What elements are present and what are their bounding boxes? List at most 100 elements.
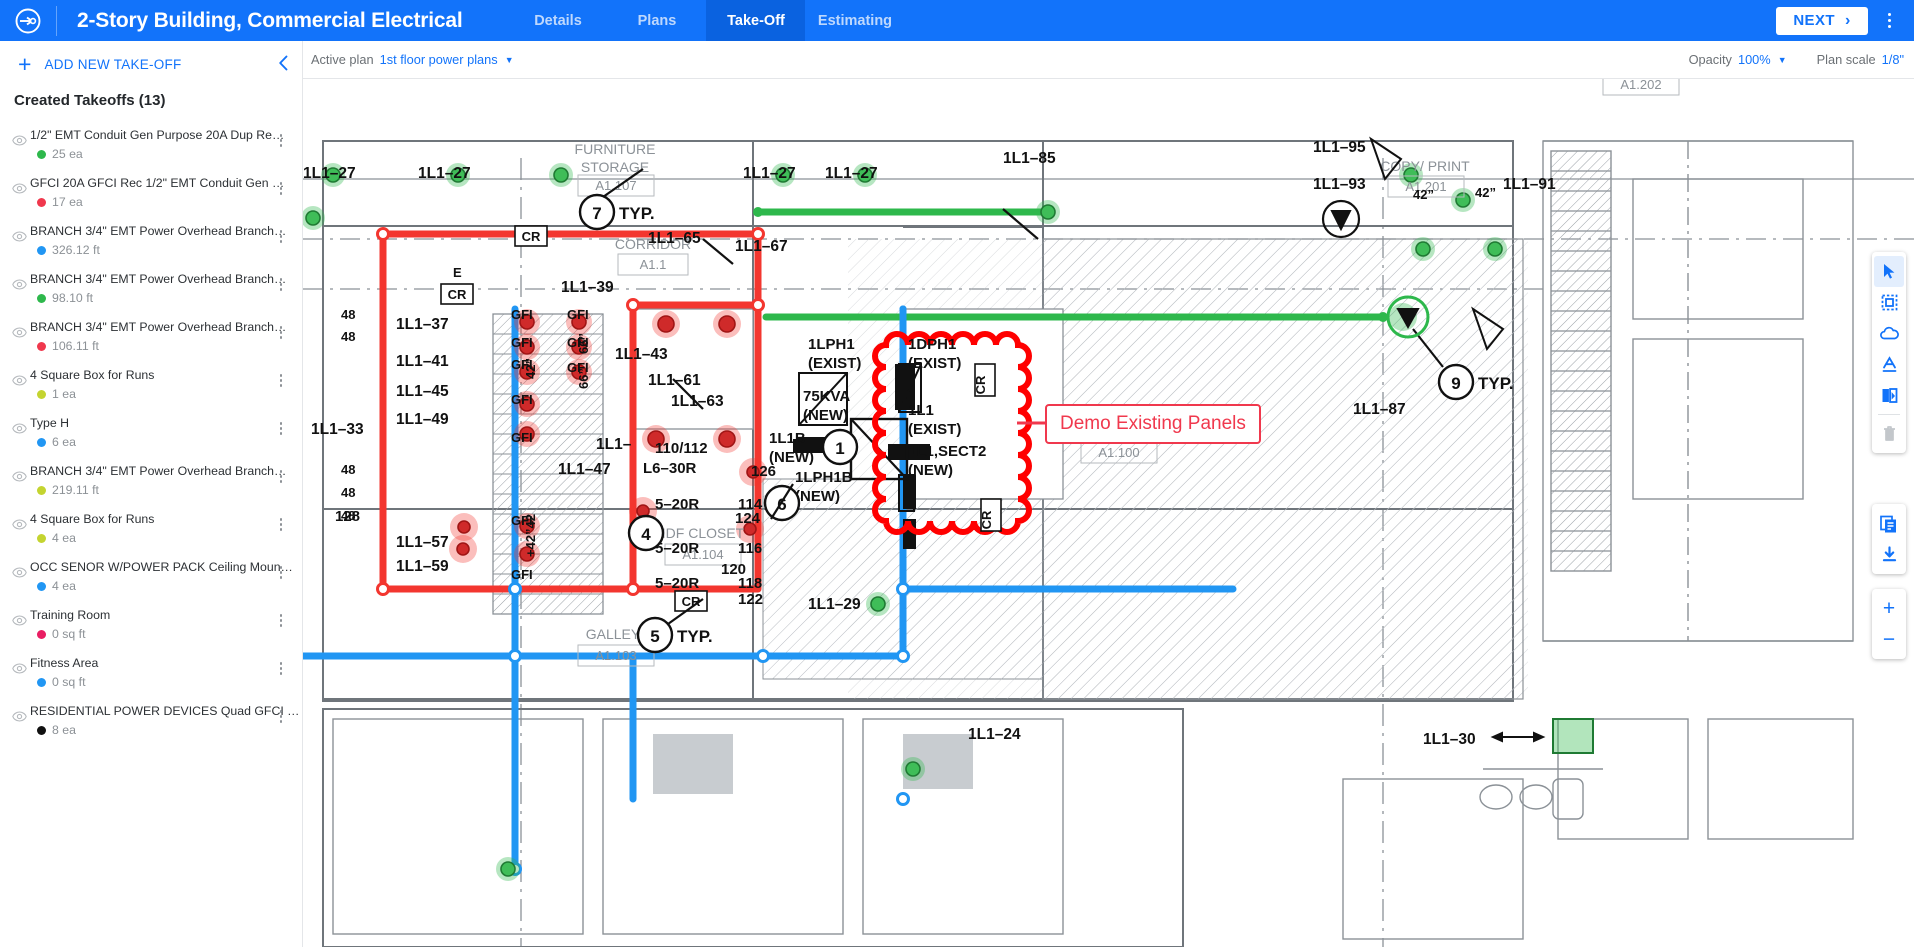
takeoff-row-menu-icon[interactable]: [270, 374, 292, 387]
circuit-tag: 1L1–43: [615, 346, 668, 363]
floor-plan-drawing: FURNITURE STORAGE CORRIDOR IDF CLOSET GA…: [303, 79, 1914, 947]
takeoff-name: 4 Square Box for Runs: [30, 368, 154, 382]
takeoff-quantity: 1 ea: [52, 387, 76, 401]
takeoff-list-item[interactable]: BRANCH 3/4" EMT Power Overhead Branch…21…: [0, 453, 302, 501]
next-button[interactable]: NEXT ›: [1776, 7, 1868, 35]
takeoff-name: RESIDENTIAL POWER DEVICES Quad GFCI …: [30, 704, 299, 718]
takeoff-row-menu-icon[interactable]: [270, 662, 292, 675]
tab-plans[interactable]: Plans: [607, 0, 706, 41]
takeoff-row-menu-icon[interactable]: [270, 278, 292, 291]
pages-list-icon[interactable]: [1874, 508, 1904, 539]
misc-label: 48: [341, 485, 355, 500]
takeoff-color-swatch: [37, 150, 46, 159]
takeoff-row-menu-icon[interactable]: [270, 614, 292, 627]
text-annotation-icon[interactable]: [1874, 349, 1904, 380]
takeoff-row-menu-icon[interactable]: [270, 230, 292, 243]
equipment-label: 1LPH1B: [795, 469, 853, 486]
takeoff-list-item[interactable]: 1/2" EMT Conduit Gen Purpose 20A Dup Re……: [0, 117, 302, 165]
next-button-label: NEXT: [1793, 12, 1835, 29]
takeoff-name: GFCI 20A GFCI Rec 1/2" EMT Conduit Gen …: [30, 176, 284, 190]
takeoff-row-menu-icon[interactable]: [270, 182, 292, 195]
takeoff-list-item[interactable]: Training Room0 sq ft: [0, 597, 302, 645]
annotation-callout-demo-existing-panels[interactable]: Demo Existing Panels: [1045, 404, 1261, 444]
eye-icon[interactable]: [8, 471, 30, 482]
device-callout: 5–20R: [655, 496, 699, 513]
zoom-out-icon[interactable]: −: [1874, 624, 1904, 655]
eye-icon[interactable]: [8, 279, 30, 290]
cursor-select-icon[interactable]: [1874, 256, 1904, 287]
eye-icon[interactable]: [8, 423, 30, 434]
sidebar-collapse-button[interactable]: [272, 52, 294, 74]
takeoff-row-menu-icon[interactable]: [270, 566, 292, 579]
takeoff-color-swatch: [37, 630, 46, 639]
takeoff-row-menu-icon[interactable]: [270, 518, 292, 531]
takeoff-list-item[interactable]: 4 Square Box for Runs 1 ea: [0, 357, 302, 405]
marquee-select-icon[interactable]: [1874, 287, 1904, 318]
eye-icon[interactable]: [8, 231, 30, 242]
circuit-tag: 1L1–85: [1003, 150, 1056, 167]
circuit-tag: 1L1–27: [825, 165, 878, 182]
circuit-tag: 1L1–93: [1313, 176, 1366, 193]
eye-icon[interactable]: [8, 567, 30, 578]
room-label-idf-closet: IDF CLOSET: [662, 525, 745, 541]
eye-icon[interactable]: [8, 135, 30, 146]
equipment-label: (EXIST): [808, 355, 861, 372]
eye-icon[interactable]: [8, 327, 30, 338]
takeoff-name: Training Room: [30, 608, 110, 622]
zoom-in-icon[interactable]: +: [1874, 593, 1904, 624]
main-navigation-tabs: Details Plans Take-Off Estimating: [508, 0, 904, 41]
revision-cloud-icon[interactable]: [1874, 318, 1904, 349]
takeoff-row-menu-icon[interactable]: [270, 134, 292, 147]
takeoff-list-item[interactable]: 4 Square Box for Runs4 ea: [0, 501, 302, 549]
takeoff-quantity: 106.11 ft: [52, 339, 99, 353]
circuit-tag: 1L1–59: [396, 558, 449, 575]
eye-icon[interactable]: [8, 711, 30, 722]
active-plan-selector[interactable]: Active plan 1st floor power plans ▼: [311, 52, 514, 67]
delete-trash-icon[interactable]: [1874, 418, 1904, 449]
palette-divider: [1878, 414, 1900, 415]
eye-icon[interactable]: [8, 615, 30, 626]
takeoff-row-menu-icon[interactable]: [270, 326, 292, 339]
takeoff-list-item[interactable]: Type H6 ea: [0, 405, 302, 453]
takeoff-list-item[interactable]: OCC SENOR W/POWER PACK Ceiling Moun…4 ea: [0, 549, 302, 597]
equipment-label: 1L1,SECT2: [908, 443, 986, 460]
eye-icon[interactable]: [8, 519, 30, 530]
tab-estimating[interactable]: Estimating: [805, 0, 904, 41]
compare-pages-icon[interactable]: [1874, 380, 1904, 411]
takeoff-list-item[interactable]: BRANCH 3/4" EMT Power Overhead Branch…32…: [0, 213, 302, 261]
circuit-tag: 1L1–30: [1423, 731, 1476, 748]
takeoff-quantity: 0 sq ft: [52, 675, 86, 689]
takeoff-name: BRANCH 3/4" EMT Power Overhead Branch…: [30, 320, 286, 334]
takeoff-quantity: 8 ea: [52, 723, 76, 737]
takeoff-quantity: 219.11 ft: [52, 483, 99, 497]
eye-icon[interactable]: [8, 663, 30, 674]
active-plan-value: 1st floor power plans: [380, 52, 498, 67]
takeoff-color-swatch: [37, 438, 46, 447]
chevron-down-icon: ▼: [505, 55, 514, 65]
takeoff-logo-icon[interactable]: [0, 0, 56, 41]
takeoff-list-item[interactable]: GFCI 20A GFCI Rec 1/2" EMT Conduit Gen ……: [0, 165, 302, 213]
misc-label: 48: [341, 508, 355, 523]
tab-take-off[interactable]: Take-Off: [706, 0, 805, 41]
takeoffs-sidebar: + ADD NEW TAKE-OFF Created Takeoffs (13)…: [0, 41, 303, 947]
download-icon[interactable]: [1874, 539, 1904, 570]
add-new-takeoff-button[interactable]: + ADD NEW TAKE-OFF: [0, 44, 302, 84]
tab-details[interactable]: Details: [508, 0, 607, 41]
takeoff-row-menu-icon[interactable]: [270, 710, 292, 723]
takeoff-name: Fitness Area: [30, 656, 98, 670]
plan-drawing-canvas[interactable]: FURNITURE STORAGE CORRIDOR IDF CLOSET GA…: [303, 79, 1914, 947]
plan-scale-display[interactable]: Plan scale 1/8": [1817, 52, 1904, 67]
more-vertical-icon[interactable]: [1874, 4, 1904, 38]
eye-icon[interactable]: [8, 183, 30, 194]
opacity-selector[interactable]: Opacity 100% ▼: [1689, 52, 1787, 67]
takeoff-name: 1/2" EMT Conduit Gen Purpose 20A Dup Re…: [30, 128, 284, 142]
takeoff-list-item[interactable]: BRANCH 3/4" EMT Power Overhead Branch…98…: [0, 261, 302, 309]
equipment-label: (EXIST): [908, 421, 961, 438]
takeoff-list-item[interactable]: RESIDENTIAL POWER DEVICES Quad GFCI … 8 e…: [0, 693, 302, 741]
eye-icon[interactable]: [8, 375, 30, 386]
takeoff-row-menu-icon[interactable]: [270, 422, 292, 435]
takeoff-list-item[interactable]: Fitness Area 0 sq ft: [0, 645, 302, 693]
circuit-tag: 1L1–63: [671, 393, 724, 410]
takeoff-row-menu-icon[interactable]: [270, 470, 292, 483]
takeoff-list-item[interactable]: BRANCH 3/4" EMT Power Overhead Branch… 10…: [0, 309, 302, 357]
